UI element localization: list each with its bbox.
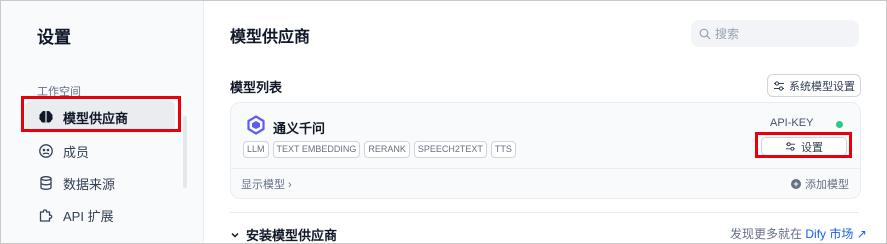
system-model-settings-label: 系统模型设置 — [789, 80, 855, 93]
search-icon — [699, 28, 711, 40]
add-model-button[interactable]: + 添加模型 — [791, 176, 849, 192]
marketplace-name: Dify 市场 — [805, 227, 854, 241]
settings-window: 设置 工作空间 模型供应商 成员 数据来源 API 扩展 模型供应商 搜索 模型… — [0, 0, 887, 244]
show-models-link[interactable]: 显示模型 › — [241, 176, 292, 192]
system-model-settings-button[interactable]: 系统模型设置 — [767, 74, 861, 97]
tag-text-embedding: TEXT EMBEDDING — [272, 141, 361, 158]
sidebar-item-api-extension[interactable]: API 扩展 — [25, 199, 175, 231]
search-placeholder: 搜索 — [715, 27, 740, 41]
install-provider-toggle[interactable]: 安装模型供应商 — [230, 225, 338, 243]
model-list-title: 模型列表 — [230, 80, 283, 95]
external-link-icon: ↗ — [856, 227, 867, 241]
tag-tts: TTS — [490, 141, 516, 158]
sidebar-item-label: API 扩展 — [63, 208, 114, 224]
search-input[interactable]: 搜索 — [691, 20, 859, 47]
highlight-box-sidebar — [21, 96, 181, 132]
puzzle-icon — [35, 207, 57, 223]
sliders-icon — [774, 80, 784, 91]
sidebar-scrollbar[interactable] — [183, 116, 187, 188]
marketplace-link[interactable]: 发现更多就在 Dify 市场 ↗ — [730, 225, 867, 242]
sidebar-item-label: 成员 — [63, 144, 90, 160]
members-icon — [35, 143, 57, 159]
sidebar-title: 设置 — [37, 28, 71, 47]
sidebar-item-data-sources[interactable]: 数据来源 — [25, 167, 175, 199]
tongyi-logo-icon — [246, 115, 266, 140]
add-model-label: 添加模型 — [805, 179, 849, 191]
page-title: 模型供应商 — [230, 29, 311, 46]
tag-llm: LLM — [243, 141, 269, 158]
api-key-label: API-KEY — [770, 117, 814, 129]
main-panel: 模型供应商 搜索 模型列表 系统模型设置 通义千问 LLM TEXT EMBED… — [204, 1, 886, 243]
tag-speech2text: SPEECH2TEXT — [413, 141, 487, 158]
sidebar-item-members[interactable]: 成员 — [25, 135, 175, 167]
install-provider-title: 安装模型供应商 — [246, 228, 338, 243]
marketplace-prefix: 发现更多就在 — [730, 227, 803, 241]
model-type-tags: LLM TEXT EMBEDDING RERANK SPEECH2TEXT TT… — [243, 141, 516, 158]
plus-icon: + — [791, 179, 801, 189]
api-key-status-dot — [836, 121, 843, 128]
provider-name: 通义千问 — [273, 121, 326, 136]
card-divider — [231, 168, 860, 169]
section-divider — [230, 212, 859, 213]
tag-rerank: RERANK — [364, 141, 410, 158]
highlight-box-settings — [755, 132, 852, 158]
chevron-down-icon — [231, 232, 239, 238]
database-icon — [35, 175, 57, 191]
sidebar-item-label: 数据来源 — [63, 176, 116, 192]
